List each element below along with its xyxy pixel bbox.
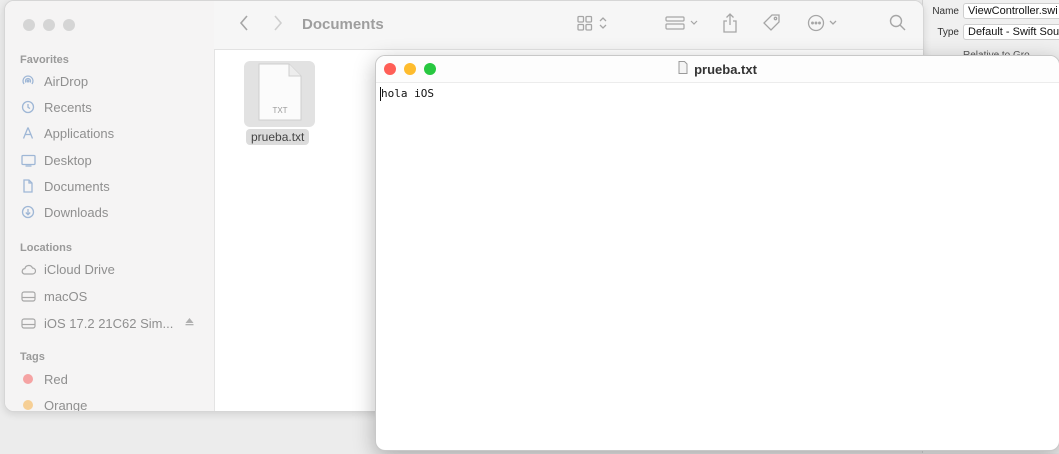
desktop-icon — [20, 152, 36, 168]
sidebar-item-label: macOS — [44, 288, 88, 304]
txt-file-icon: TXT — [257, 63, 303, 126]
sidebar-item-icloud-drive[interactable]: iCloud Drive — [20, 257, 205, 281]
document-icon — [20, 178, 36, 194]
inspector-name-row: Name ViewController.swi — [923, 1, 1059, 21]
disk-icon — [20, 315, 36, 331]
group-button[interactable] — [664, 13, 704, 37]
search-button[interactable] — [887, 13, 907, 37]
sidebar-item-label: iCloud Drive — [44, 261, 115, 277]
group-icon — [665, 15, 703, 36]
sidebar-item-label: Documents — [44, 178, 110, 194]
applications-icon — [20, 125, 36, 141]
textedit-title-bar[interactable]: prueba.txt — [376, 56, 1059, 83]
sidebar-item-label: Applications — [44, 125, 115, 141]
name-label: Name — [932, 5, 959, 17]
textedit-window: prueba.txt hola iOS — [375, 55, 1059, 451]
chevron-left-icon — [239, 14, 249, 36]
sidebar-item-desktop[interactable]: Desktop — [20, 148, 205, 172]
download-icon — [20, 204, 36, 220]
sidebar-item-applications[interactable]: Applications — [20, 121, 205, 145]
sidebar-item-documents[interactable]: Documents — [20, 174, 205, 198]
tag-icon — [762, 13, 782, 38]
sidebar-item-label: Recents — [44, 99, 92, 115]
type-popup[interactable]: Default - Swift Sou — [963, 24, 1059, 40]
file-item-prueba[interactable]: TXT — [244, 61, 315, 127]
sidebar-item-label: Downloads — [44, 204, 109, 220]
cloud-icon — [20, 261, 36, 277]
file-name-label[interactable]: prueba.txt — [246, 129, 310, 145]
ellipsis-circle-icon — [807, 14, 843, 37]
finder-window-controls — [23, 19, 75, 31]
clock-icon — [20, 99, 36, 115]
tag-color-dot — [23, 400, 33, 410]
finder-sidebar: Favorites AirDrop Recents Applications D… — [5, 1, 215, 411]
textedit-title: prueba.txt — [376, 61, 1059, 77]
eject-icon[interactable] — [184, 315, 195, 330]
sidebar-item-label: Orange — [44, 397, 88, 412]
chevron-right-icon — [273, 14, 283, 36]
search-icon — [889, 14, 906, 36]
sidebar-item-label: AirDrop — [44, 73, 89, 89]
sidebar-item-downloads[interactable]: Downloads — [20, 200, 205, 224]
action-menu-button[interactable] — [806, 13, 844, 37]
tags-header: Tags — [20, 351, 45, 363]
view-mode-button[interactable] — [576, 13, 612, 37]
locations-header: Locations — [20, 242, 72, 254]
minimize-button[interactable] — [43, 19, 55, 31]
sidebar-item-label: Red — [44, 371, 68, 387]
share-button[interactable] — [720, 12, 740, 38]
disk-icon — [20, 288, 36, 304]
favorites-header: Favorites — [20, 54, 69, 66]
grid-icon — [577, 15, 611, 36]
airdrop-icon — [20, 73, 36, 89]
type-label: Type — [937, 26, 959, 38]
sidebar-tag-orange[interactable]: Orange — [20, 393, 205, 412]
zoom-button[interactable] — [63, 19, 75, 31]
sidebar-tag-red[interactable]: Red — [20, 367, 205, 391]
close-button[interactable] — [23, 19, 35, 31]
finder-toolbar: Documents — [214, 1, 923, 50]
sidebar-item-ios-simulator[interactable]: iOS 17.2 21C62 Sim... — [20, 311, 205, 335]
sidebar-item-macos[interactable]: macOS — [20, 284, 205, 308]
document-icon — [678, 61, 688, 77]
window-title: Documents — [302, 16, 384, 33]
document-text[interactable]: hola iOS — [380, 87, 434, 101]
tag-button[interactable] — [760, 13, 784, 37]
share-icon — [722, 12, 738, 38]
inspector-type-row: Type Default - Swift Sou — [923, 22, 1059, 42]
forward-button[interactable] — [268, 13, 288, 37]
sidebar-item-recents[interactable]: Recents — [20, 95, 205, 119]
sidebar-item-airdrop[interactable]: AirDrop — [20, 69, 205, 93]
text-editor-area[interactable]: hola iOS — [380, 84, 1055, 446]
file-type-label: TXT — [272, 106, 287, 115]
back-button[interactable] — [234, 13, 254, 37]
sidebar-item-label: Desktop — [44, 152, 92, 168]
name-field[interactable]: ViewController.swi — [963, 3, 1059, 19]
textedit-title-text: prueba.txt — [694, 61, 757, 77]
tag-color-dot — [23, 374, 33, 384]
sidebar-item-label: iOS 17.2 21C62 Sim... — [44, 315, 174, 331]
